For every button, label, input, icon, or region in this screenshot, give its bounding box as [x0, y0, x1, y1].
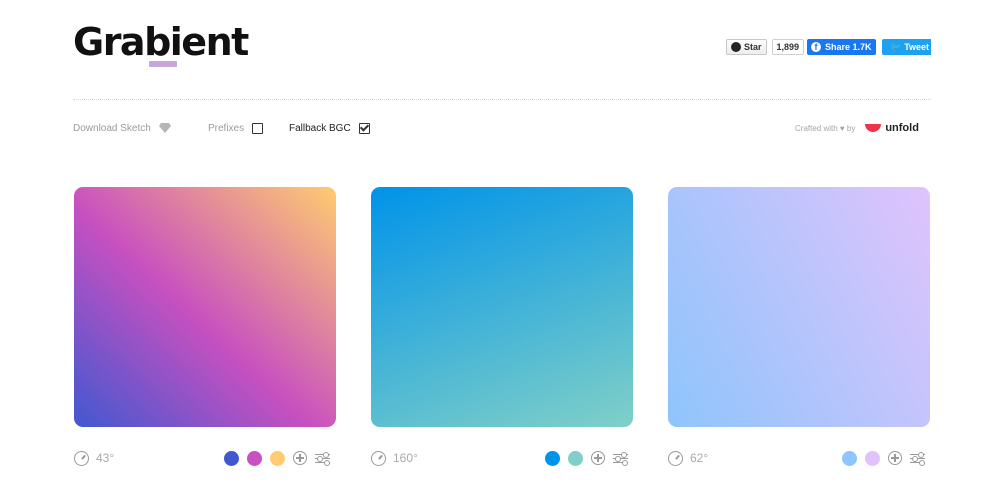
unfold-link[interactable]: unfold	[865, 122, 919, 134]
gradient-card-3[interactable]	[668, 187, 930, 427]
angle-value-3: 62°	[690, 451, 709, 465]
color-stop-swatch[interactable]	[842, 450, 857, 466]
download-sketch-label: Download Sketch	[73, 122, 151, 134]
tweet-label: Tweet	[904, 42, 930, 52]
prefixes-toggle[interactable]: Prefixes	[208, 120, 264, 136]
logo-underline	[149, 61, 177, 67]
color-stop-swatch[interactable]	[865, 450, 880, 466]
crafted-text: Crafted with ♥ by	[795, 123, 856, 133]
angle-dial-icon	[74, 450, 89, 466]
angle-dial-icon	[668, 450, 683, 466]
header-divider	[73, 99, 931, 100]
sliders-icon[interactable]	[910, 451, 925, 466]
download-sketch-link[interactable]: Download Sketch	[73, 120, 171, 136]
angle-control-2[interactable]: 160°	[371, 448, 418, 468]
swatches-3	[842, 448, 925, 468]
color-stop-swatch[interactable]	[545, 450, 560, 466]
angle-dial-icon	[371, 450, 386, 466]
prefixes-label: Prefixes	[208, 122, 245, 134]
swatches-1	[224, 448, 330, 468]
gradient-card-2[interactable]	[371, 187, 633, 427]
crafted-by: Crafted with ♥ by unfold	[795, 122, 919, 134]
github-star-button[interactable]: Star	[726, 39, 767, 55]
color-stop-swatch[interactable]	[270, 450, 285, 466]
add-color-stop-icon[interactable]	[293, 451, 307, 465]
tweet-button[interactable]: 🐦 Tweet	[882, 39, 931, 55]
facebook-icon: f	[811, 42, 821, 52]
twitter-icon: 🐦	[890, 41, 902, 52]
gradient-card-1[interactable]	[74, 187, 336, 427]
github-star-label: Star	[744, 42, 762, 52]
angle-control-3[interactable]: 62°	[668, 448, 708, 468]
unfold-label: unfold	[885, 122, 919, 134]
prefixes-checkbox[interactable]	[252, 122, 264, 134]
angle-value-2: 160°	[393, 451, 418, 465]
sliders-icon[interactable]	[613, 451, 628, 466]
color-stop-swatch[interactable]	[568, 450, 583, 466]
sliders-icon[interactable]	[315, 451, 330, 466]
github-icon	[731, 42, 741, 52]
app-logo[interactable]: Grabient	[73, 20, 249, 64]
color-stop-swatch[interactable]	[224, 450, 239, 466]
sketch-diamond-icon	[158, 123, 171, 133]
angle-control-1[interactable]: 43°	[74, 448, 114, 468]
fallback-bgc-label: Fallback BGC	[289, 122, 351, 134]
fallback-bgc-checkbox[interactable]	[358, 122, 370, 134]
github-star-count[interactable]: 1,899	[771, 39, 805, 55]
facebook-share-label: Share 1.7K	[825, 42, 872, 52]
angle-value-1: 43°	[96, 451, 115, 465]
fallback-bgc-toggle[interactable]: Fallback BGC	[289, 120, 370, 136]
color-stop-swatch[interactable]	[247, 450, 262, 466]
add-color-stop-icon[interactable]	[591, 451, 605, 465]
unfold-logo-icon	[865, 124, 882, 132]
add-color-stop-icon[interactable]	[888, 451, 902, 465]
swatches-2	[545, 448, 628, 468]
github-star-widget[interactable]: Star 1,899	[726, 39, 805, 55]
facebook-share-button[interactable]: f Share 1.7K	[807, 39, 876, 55]
